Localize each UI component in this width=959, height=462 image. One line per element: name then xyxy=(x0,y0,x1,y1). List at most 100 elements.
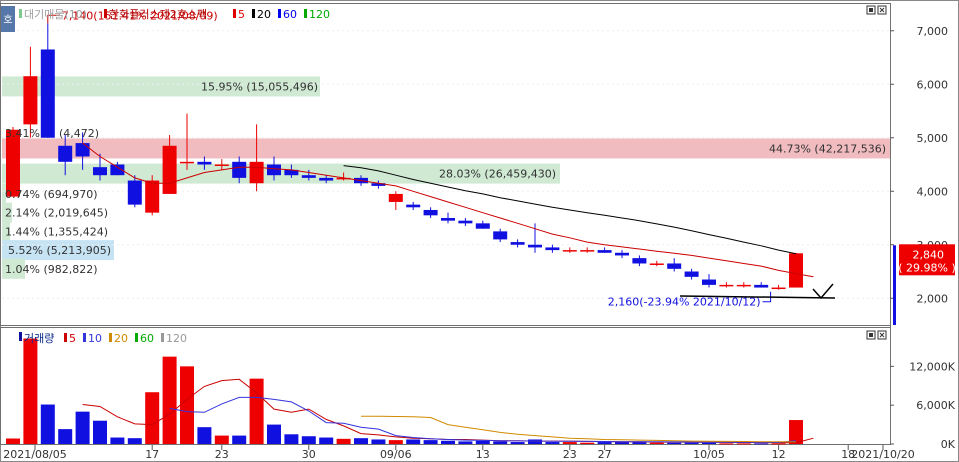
candle-down xyxy=(423,209,438,216)
legend-label-60: 60 xyxy=(140,332,154,345)
zone-label: 28.03% (26,459,430) xyxy=(439,168,556,181)
legend-swatch-120 xyxy=(304,9,307,18)
volume-bar xyxy=(354,438,368,444)
volume-bar xyxy=(684,442,699,444)
low-price-label: 2,160(-23.94% 2021/10/12) xyxy=(608,296,761,309)
legend-swatch-60 xyxy=(278,9,281,18)
candle-down xyxy=(475,223,490,229)
last-change-label: ( 29.98% ) xyxy=(898,261,956,274)
date-tick-label: 23 xyxy=(563,448,577,461)
zone-label: 5.52% (5,213,905) xyxy=(8,244,111,257)
volume-bar xyxy=(232,435,247,444)
volume-bar xyxy=(789,420,803,444)
date-tick-label: 13 xyxy=(476,448,490,461)
volume-bar xyxy=(180,366,194,444)
candle-down xyxy=(493,231,508,240)
zone-label: 3.41% xyxy=(5,127,40,140)
volume-bar xyxy=(736,443,751,445)
candle-up xyxy=(562,250,577,252)
candle-up xyxy=(736,284,751,287)
volume-bar xyxy=(597,442,612,444)
zone-label: 1.44% (1,355,424) xyxy=(5,225,108,238)
volume-bar xyxy=(754,443,769,445)
volume-bar xyxy=(75,411,90,444)
price-legend: 대기매물(10) 한화플러스제2호스팩 5 20 60 120 xyxy=(19,8,330,21)
volume-bar xyxy=(284,434,299,444)
volume-bar xyxy=(493,441,508,444)
candle-down xyxy=(615,252,629,256)
candle-down xyxy=(597,250,612,253)
candle-up xyxy=(771,287,786,290)
chart-frame xyxy=(0,0,959,462)
candle-down xyxy=(406,204,421,208)
legend-label-20: 20 xyxy=(257,8,271,21)
price-tick-label: 6,000 xyxy=(917,78,949,91)
volume-tick-label: 0K xyxy=(941,438,956,451)
stock-name-swatch xyxy=(104,9,107,18)
candle-up xyxy=(145,180,160,213)
volume-bar xyxy=(162,356,177,444)
zone-label: (4,472) xyxy=(59,127,99,140)
volume-profile-label: 대기매물(10) xyxy=(24,8,87,21)
price-tick-label: 4,000 xyxy=(917,185,949,198)
volume-bar xyxy=(371,439,386,444)
volume-bar xyxy=(197,427,212,444)
volume-tick-label: 6,000K xyxy=(916,399,955,412)
volume-profile-swatch xyxy=(19,9,22,18)
candle-down xyxy=(458,220,473,224)
volume-bar xyxy=(458,441,473,444)
candle-up xyxy=(162,145,177,194)
candle-down xyxy=(267,164,281,176)
zone-label: 15.95% (15,055,496) xyxy=(201,80,318,93)
volume-bar xyxy=(214,435,229,444)
volume-bar xyxy=(93,420,107,444)
legend-swatch-120 xyxy=(161,333,164,342)
legend-swatch-60 xyxy=(135,333,138,342)
candle-up xyxy=(214,164,229,166)
volume-bar xyxy=(110,437,125,444)
candle-down xyxy=(545,247,560,251)
price-tick-label: 5,000 xyxy=(917,132,949,145)
maximize-icon xyxy=(869,333,873,337)
volume-bar xyxy=(545,442,560,444)
date-tick-label: 27 xyxy=(598,448,612,461)
volume-bar xyxy=(475,440,490,444)
legend-label-60: 60 xyxy=(283,8,297,21)
legend-label-120: 120 xyxy=(166,332,187,345)
volume-bar xyxy=(510,442,525,444)
candle-down xyxy=(632,258,647,264)
candle-down xyxy=(441,218,455,221)
candle-up xyxy=(789,253,803,288)
candle-down xyxy=(93,167,107,176)
candle-up xyxy=(23,76,38,125)
legend-label-5: 5 xyxy=(69,332,76,345)
volume-bar xyxy=(319,437,334,444)
price-tick-label: 2,000 xyxy=(917,292,949,305)
volume-bar xyxy=(6,438,20,444)
volume-bar xyxy=(562,442,577,444)
candle-down xyxy=(58,145,73,162)
legend-swatch-5 xyxy=(64,333,67,342)
candle-up xyxy=(580,250,595,252)
candle-down xyxy=(127,180,142,205)
volume-bar xyxy=(145,392,160,444)
candle-down xyxy=(319,177,334,181)
volume-tick-label: 12,000K xyxy=(909,360,955,373)
volume-bar xyxy=(127,438,142,444)
legend-label-10: 10 xyxy=(88,332,102,345)
volume-bar xyxy=(388,440,403,444)
legend-swatch-20 xyxy=(109,333,112,342)
volume-bar xyxy=(702,442,716,444)
candle-down xyxy=(232,161,247,178)
volume-bar xyxy=(336,438,351,444)
volume-bar xyxy=(441,440,455,444)
volume-bar xyxy=(719,443,734,445)
candle-up xyxy=(249,161,264,184)
date-tick-label: 17 xyxy=(145,448,159,461)
legend-swatch-10 xyxy=(83,333,86,342)
date-tick-label: 10/05 xyxy=(693,448,725,461)
volume-profile-zone xyxy=(2,138,890,159)
legend-label-5: 5 xyxy=(238,8,245,21)
last-price-label: 2,840 xyxy=(913,248,945,261)
legend-label-120: 120 xyxy=(309,8,330,21)
